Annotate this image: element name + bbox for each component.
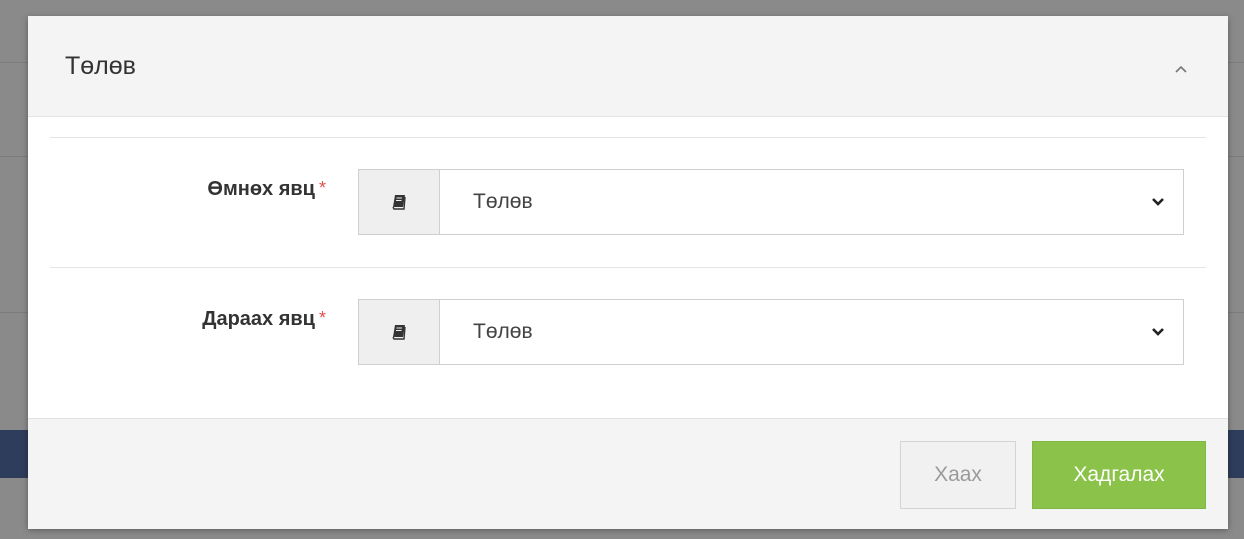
- form-divider: [50, 267, 1206, 268]
- modal-header: Төлөв: [28, 16, 1228, 117]
- save-button[interactable]: Хадгалах: [1032, 441, 1206, 509]
- select-addon: [359, 300, 440, 364]
- chevron-down-icon: [1152, 198, 1164, 206]
- previous-stage-label: Өмнөх явц *: [207, 178, 326, 200]
- select-value: Төлөв: [473, 190, 533, 213]
- next-stage-label: Дараах явц *: [202, 308, 326, 330]
- book-icon: [392, 195, 406, 210]
- select-value: Төлөв: [473, 320, 533, 343]
- previous-stage-select[interactable]: Төлөв: [358, 169, 1184, 235]
- required-marker: *: [318, 308, 326, 328]
- modal-title: Төлөв: [65, 52, 136, 80]
- modal-footer: Хаах Хадгалах: [28, 418, 1228, 529]
- book-icon: [392, 325, 406, 340]
- select-addon: [359, 170, 440, 234]
- status-modal: Төлөв Өмнөх явц * Төлөв Дараах явц * Төл…: [28, 16, 1228, 529]
- chevron-down-icon: [1152, 328, 1164, 336]
- close-button[interactable]: Хаах: [900, 441, 1016, 509]
- chevron-up-icon: [1175, 65, 1187, 73]
- select-body[interactable]: Төлөв: [440, 300, 1183, 364]
- form-divider: [50, 137, 1206, 138]
- required-marker: *: [318, 178, 326, 198]
- select-body[interactable]: Төлөв: [440, 170, 1183, 234]
- next-stage-select[interactable]: Төлөв: [358, 299, 1184, 365]
- collapse-button[interactable]: [1168, 56, 1194, 82]
